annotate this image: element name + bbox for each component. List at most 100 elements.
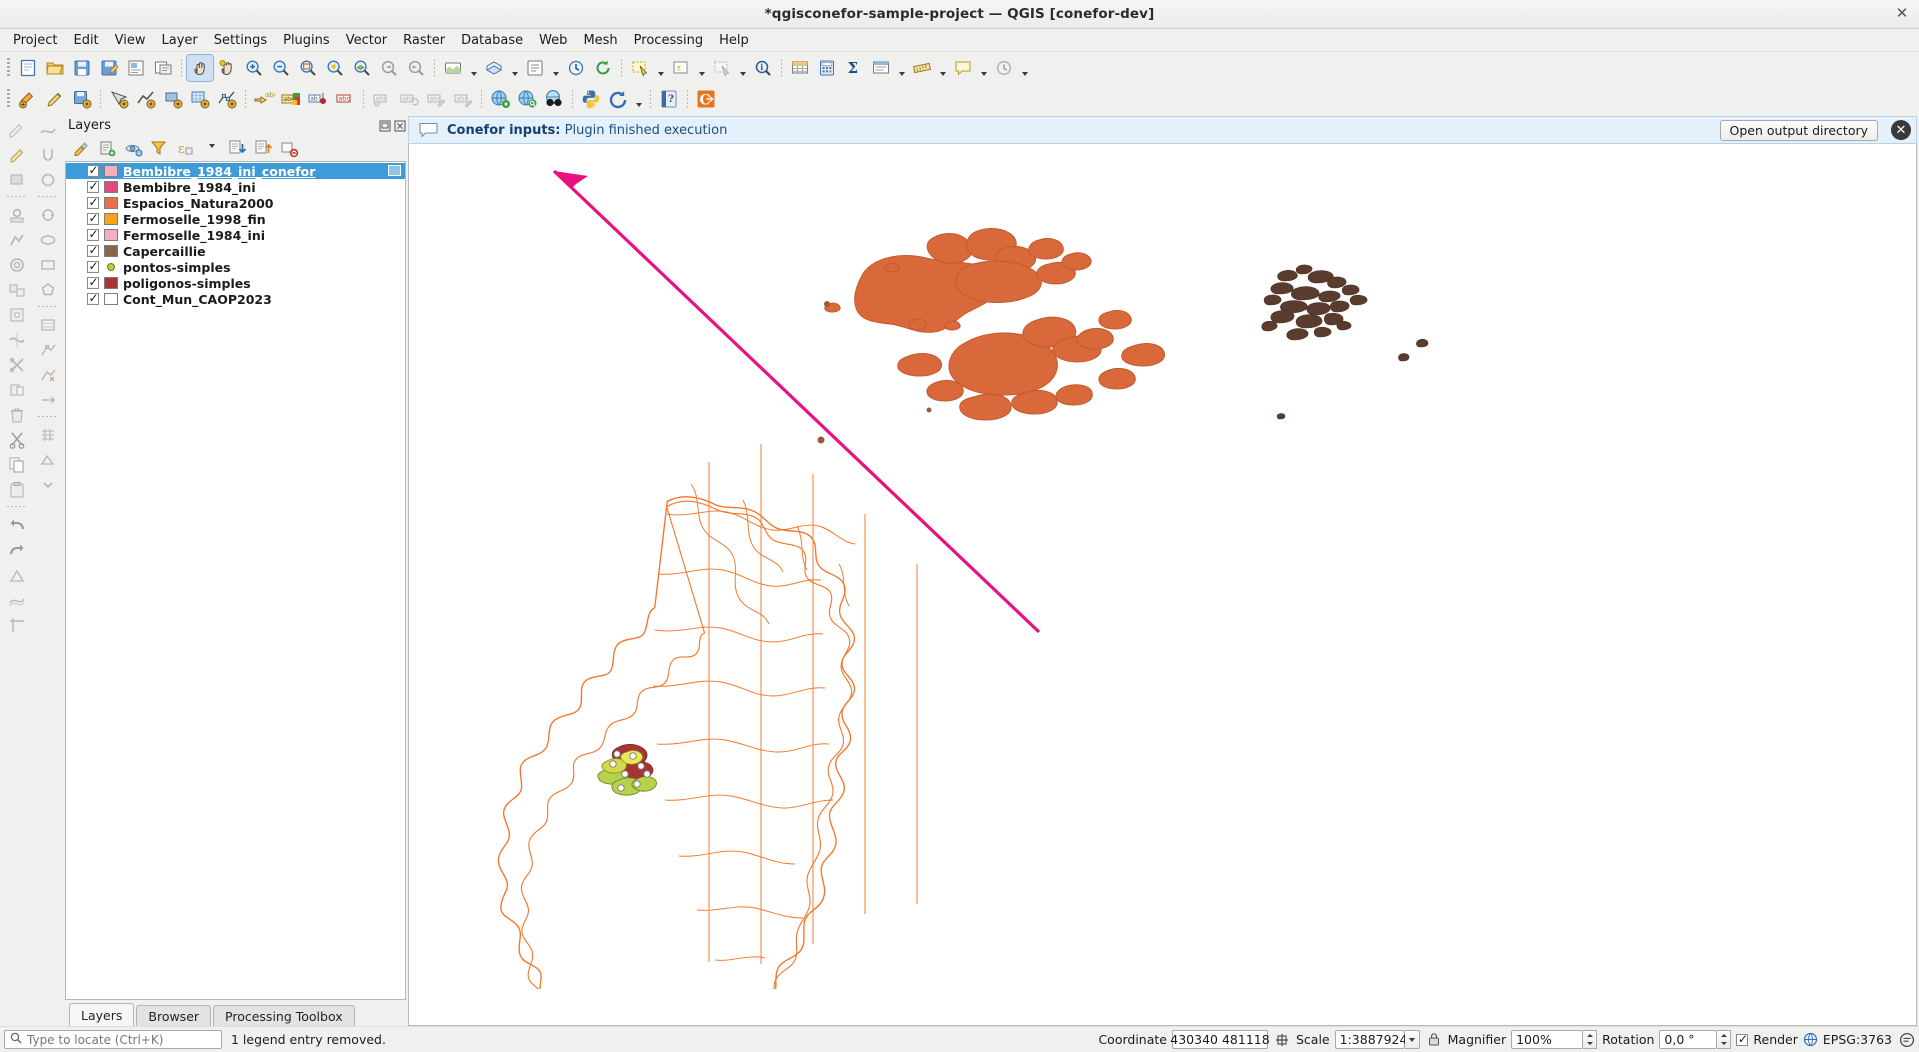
fill-ring-icon[interactable] xyxy=(4,303,29,326)
layer-row[interactable]: Capercaillie xyxy=(66,243,405,259)
layer-filter-indicator-icon[interactable] xyxy=(388,165,401,176)
field-calculator-button[interactable] xyxy=(814,55,840,81)
zoom-to-selection-button[interactable] xyxy=(322,55,348,81)
measure-line-button[interactable] xyxy=(909,55,935,81)
layer-row[interactable]: Cont_Mun_CAOP2023 xyxy=(66,291,405,307)
rotate-point-symbols-icon[interactable] xyxy=(4,563,29,586)
show-map-tips-button[interactable] xyxy=(868,55,894,81)
identify-results-dropdown[interactable] xyxy=(549,55,562,81)
add-group-button[interactable] xyxy=(96,137,119,159)
add-part-icon[interactable] xyxy=(4,278,29,301)
render-checkbox[interactable] xyxy=(1736,1032,1749,1046)
new-3d-map-view-dropdown[interactable] xyxy=(508,55,521,81)
plugin-manager-dropdown[interactable] xyxy=(632,86,645,112)
copy-features-icon[interactable] xyxy=(4,453,29,476)
select-by-expression-button[interactable]: ε xyxy=(668,55,694,81)
enable-tracing-icon[interactable] xyxy=(36,118,61,141)
delete-vertex-icon[interactable] xyxy=(36,363,61,386)
split-features-icon[interactable] xyxy=(4,353,29,376)
text-annotation-button[interactable] xyxy=(950,55,976,81)
add-line-feature-button[interactable] xyxy=(133,86,159,112)
vertex-editor-icon[interactable] xyxy=(36,313,61,336)
layer-row[interactable]: Bembibre_1984_ini_conefor xyxy=(66,163,405,179)
rectangle-icon[interactable] xyxy=(36,253,61,276)
simplify-feature-icon[interactable] xyxy=(4,228,29,251)
menu-item-database[interactable]: Database xyxy=(453,31,531,50)
filter-legend-by-expression-button[interactable]: ε xyxy=(174,137,197,159)
add-feature-icon[interactable] xyxy=(4,143,29,166)
select-features-button[interactable] xyxy=(627,55,653,81)
zoom-next-button[interactable] xyxy=(403,55,429,81)
toolbar-grip[interactable] xyxy=(4,87,13,111)
magnifier-spinbox[interactable]: 100% xyxy=(1511,1030,1598,1049)
snap-toolbar-icon[interactable] xyxy=(36,143,61,166)
zoom-to-layer-button[interactable] xyxy=(349,55,375,81)
add-polygon-feature-button[interactable] xyxy=(160,86,186,112)
select-features-dropdown[interactable] xyxy=(654,55,667,81)
locator-bar[interactable]: Type to locate (Ctrl+K) xyxy=(4,1030,222,1049)
layout-manager-button[interactable] xyxy=(150,55,176,81)
open-output-directory-button[interactable]: Open output directory xyxy=(1719,119,1878,141)
menu-item-view[interactable]: View xyxy=(107,31,154,50)
menu-item-plugins[interactable]: Plugins xyxy=(275,31,338,50)
panel-tab-processing-toolbox[interactable]: Processing Toolbox xyxy=(213,1005,355,1026)
add-ring-icon[interactable] xyxy=(4,253,29,276)
menu-item-mesh[interactable]: Mesh xyxy=(575,31,625,50)
zoom-in-button[interactable] xyxy=(241,55,267,81)
layer-visibility-checkbox[interactable] xyxy=(87,228,99,241)
python-console-button[interactable] xyxy=(578,86,604,112)
open-layer-styling-panel-button[interactable] xyxy=(70,137,93,159)
layer-visibility-checkbox[interactable] xyxy=(87,292,99,305)
plugin-manager-button[interactable] xyxy=(605,86,631,112)
mesh-more-dropdown[interactable] xyxy=(36,473,61,496)
menu-item-edit[interactable]: Edit xyxy=(65,31,106,50)
temporal-controller-dropdown[interactable] xyxy=(1018,55,1031,81)
save-project-button[interactable] xyxy=(69,55,95,81)
zoom-last-button[interactable] xyxy=(376,55,402,81)
pan-map-button[interactable] xyxy=(186,53,214,82)
conefor-inputs-button[interactable]: C xyxy=(693,86,719,112)
vertex-tool-button[interactable] xyxy=(214,86,240,112)
toggle-extents-icon[interactable] xyxy=(1273,1031,1291,1049)
regular-polygon-icon[interactable] xyxy=(36,278,61,301)
layer-row[interactable]: poligonos-simples xyxy=(66,275,405,291)
edit-pencil-icon[interactable] xyxy=(4,118,29,141)
menu-item-settings[interactable]: Settings xyxy=(206,31,275,50)
undo-icon[interactable] xyxy=(4,513,29,536)
merge-features-icon[interactable] xyxy=(4,378,29,401)
layer-visibility-checkbox[interactable] xyxy=(87,244,99,257)
add-wms-layer-button[interactable] xyxy=(487,86,513,112)
rotate-feature-icon[interactable] xyxy=(4,203,29,226)
modify-attributes-button[interactable]: abc xyxy=(251,86,277,112)
rotate-label-button[interactable]: abc xyxy=(396,86,422,112)
paste-features-icon[interactable] xyxy=(4,478,29,501)
offset-curve-icon[interactable] xyxy=(4,588,29,611)
menu-item-layer[interactable]: Layer xyxy=(154,31,206,50)
expand-all-button[interactable] xyxy=(226,137,249,159)
label-toolbar-button[interactable]: abc xyxy=(278,86,304,112)
pin-labels-button[interactable]: ab xyxy=(305,86,331,112)
layer-visibility-checkbox[interactable] xyxy=(87,276,99,289)
layer-row[interactable]: Bembibre_1984_ini xyxy=(66,179,405,195)
new-map-view-button[interactable] xyxy=(440,55,466,81)
change-label-button[interactable]: abc xyxy=(423,86,449,112)
manage-map-themes-button[interactable] xyxy=(122,137,145,159)
delete-selected-icon[interactable] xyxy=(4,403,29,426)
globe-icon[interactable] xyxy=(1803,1032,1818,1047)
identify-results-button[interactable] xyxy=(522,55,548,81)
lock-scale-icon[interactable] xyxy=(1425,1031,1443,1049)
filter-legend-button[interactable] xyxy=(148,137,171,159)
layer-row[interactable]: Fermoselle_1998_fin xyxy=(66,211,405,227)
layer-visibility-checkbox[interactable] xyxy=(87,196,99,209)
measure-line-dropdown[interactable] xyxy=(936,55,949,81)
window-close-button[interactable]: ✕ xyxy=(1894,6,1910,22)
reverse-line-icon[interactable] xyxy=(36,388,61,411)
deselect-features-dropdown[interactable] xyxy=(736,55,749,81)
filter-legend-dropdown[interactable] xyxy=(200,137,223,159)
deselect-features-button[interactable] xyxy=(709,55,735,81)
toggle-editing-button[interactable] xyxy=(42,86,68,112)
close-panel-icon[interactable] xyxy=(393,119,406,132)
mesh-transform-icon[interactable] xyxy=(36,448,61,471)
layer-visibility-checkbox[interactable] xyxy=(87,212,99,225)
menu-item-processing[interactable]: Processing xyxy=(626,31,711,50)
